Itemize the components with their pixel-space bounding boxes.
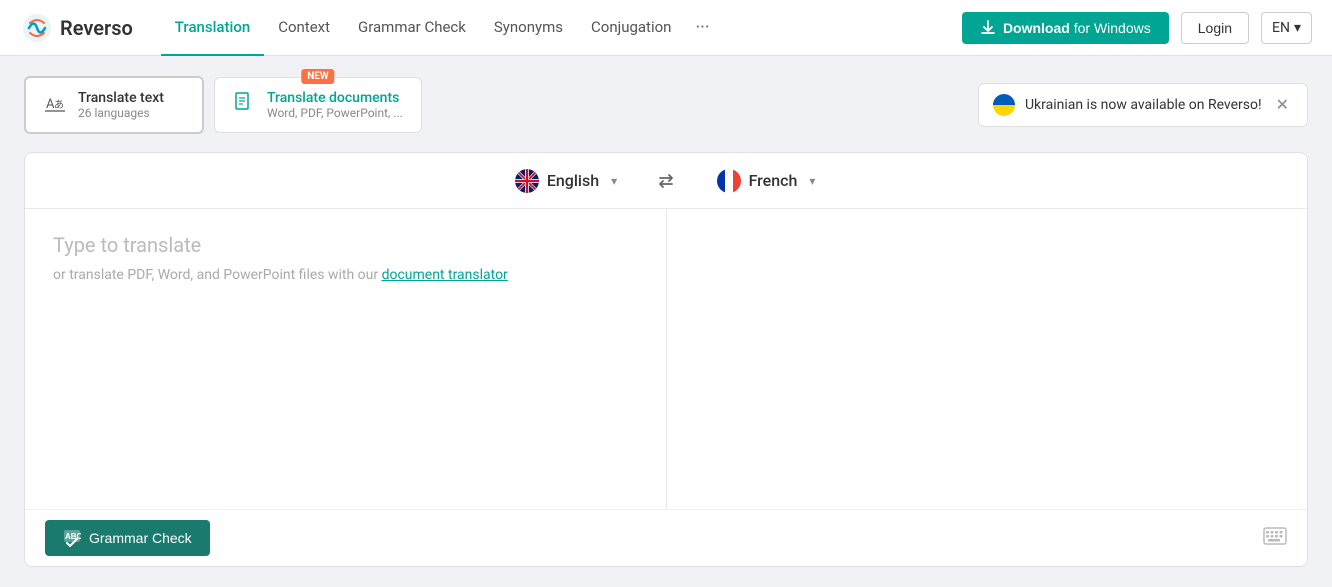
lang-switch-chevron: ▾ <box>1294 20 1301 36</box>
svg-text:あ: あ <box>54 99 64 111</box>
translate-docs-subtitle: Word, PDF, PowerPoint, ... <box>267 106 403 120</box>
translate-text-subtitle: 26 languages <box>78 106 164 120</box>
language-bar: English ▾ French ▾ <box>25 153 1307 209</box>
nav-more-button[interactable]: ··· <box>685 0 719 56</box>
notification-banner: Ukrainian is now available on Reverso! ✕ <box>978 83 1308 127</box>
tab-translate-docs[interactable]: Translate documents Word, PDF, PowerPoin… <box>214 77 422 133</box>
nav-item-grammar-check[interactable]: Grammar Check <box>344 0 480 56</box>
tab-translate-docs-wrapper: NEW Translate documents Word, PDF, Power… <box>214 77 422 133</box>
text-panels: Type to translate or translate PDF, Word… <box>25 209 1307 509</box>
download-icon <box>980 20 996 36</box>
translate-docs-icon <box>233 92 255 119</box>
main-content: A あ Translate text 26 languages NEW <box>0 56 1332 587</box>
new-badge: NEW <box>301 69 334 84</box>
grammar-btn-label: Grammar Check <box>89 530 192 546</box>
target-text-panel <box>667 209 1308 509</box>
logo-text: Reverso <box>60 16 133 40</box>
nav-item-context[interactable]: Context <box>264 0 344 56</box>
language-switch[interactable]: EN ▾ <box>1261 12 1312 44</box>
source-language-chevron: ▾ <box>611 174 617 188</box>
tabs-row: A あ Translate text 26 languages NEW <box>24 76 1308 134</box>
lang-switch-label: EN <box>1272 20 1290 36</box>
header-right: Download for Windows Login EN ▾ <box>962 12 1312 44</box>
placeholder-sub-prefix: or translate PDF, Word, and PowerPoint f… <box>53 267 382 283</box>
nav-item-conjugation[interactable]: Conjugation <box>577 0 685 56</box>
login-button[interactable]: Login <box>1181 12 1249 44</box>
svg-text:ABC: ABC <box>65 532 81 541</box>
download-button[interactable]: Download for Windows <box>962 12 1169 44</box>
translate-docs-title: Translate documents <box>267 90 403 106</box>
translate-text-title: Translate text <box>78 90 164 106</box>
french-flag <box>717 169 741 193</box>
source-language-selector[interactable]: English ▾ <box>496 161 636 201</box>
target-language-name: French <box>749 171 798 190</box>
logo-icon <box>20 11 54 45</box>
grammar-check-icon: ABC <box>63 529 81 547</box>
document-translator-link[interactable]: document translator <box>382 267 508 283</box>
download-label: Download <box>1003 20 1070 36</box>
target-language-chevron: ▾ <box>809 174 815 188</box>
source-placeholder-main: Type to translate <box>53 233 638 257</box>
ukraine-flag <box>993 94 1015 116</box>
swap-languages-button[interactable] <box>648 163 684 199</box>
source-placeholder-sub: or translate PDF, Word, and PowerPoint f… <box>53 267 638 283</box>
nav-item-translation[interactable]: Translation <box>161 0 264 56</box>
source-language-name: English <box>547 171 599 190</box>
keyboard-icon[interactable] <box>1263 526 1287 550</box>
bottom-bar: ABC Grammar Check <box>25 509 1307 566</box>
download-suffix: for Windows <box>1070 20 1151 36</box>
notification-close-button[interactable]: ✕ <box>1272 95 1293 115</box>
english-flag <box>515 169 539 193</box>
nav-item-synonyms[interactable]: Synonyms <box>480 0 577 56</box>
swap-icon <box>656 171 676 191</box>
logo[interactable]: Reverso <box>20 11 133 45</box>
translation-box: English ▾ French ▾ <box>24 152 1308 567</box>
translate-docs-info: Translate documents Word, PDF, PowerPoin… <box>267 90 403 120</box>
translate-text-icon: A あ <box>44 92 66 119</box>
main-nav: Translation Context Grammar Check Synony… <box>161 0 962 56</box>
source-text-panel[interactable]: Type to translate or translate PDF, Word… <box>25 209 667 509</box>
tab-translate-text[interactable]: A あ Translate text 26 languages <box>24 76 204 134</box>
translate-text-info: Translate text 26 languages <box>78 90 164 120</box>
target-language-selector[interactable]: French ▾ <box>696 161 836 201</box>
grammar-check-button[interactable]: ABC Grammar Check <box>45 520 210 556</box>
notification-text: Ukrainian is now available on Reverso! <box>1025 97 1262 113</box>
